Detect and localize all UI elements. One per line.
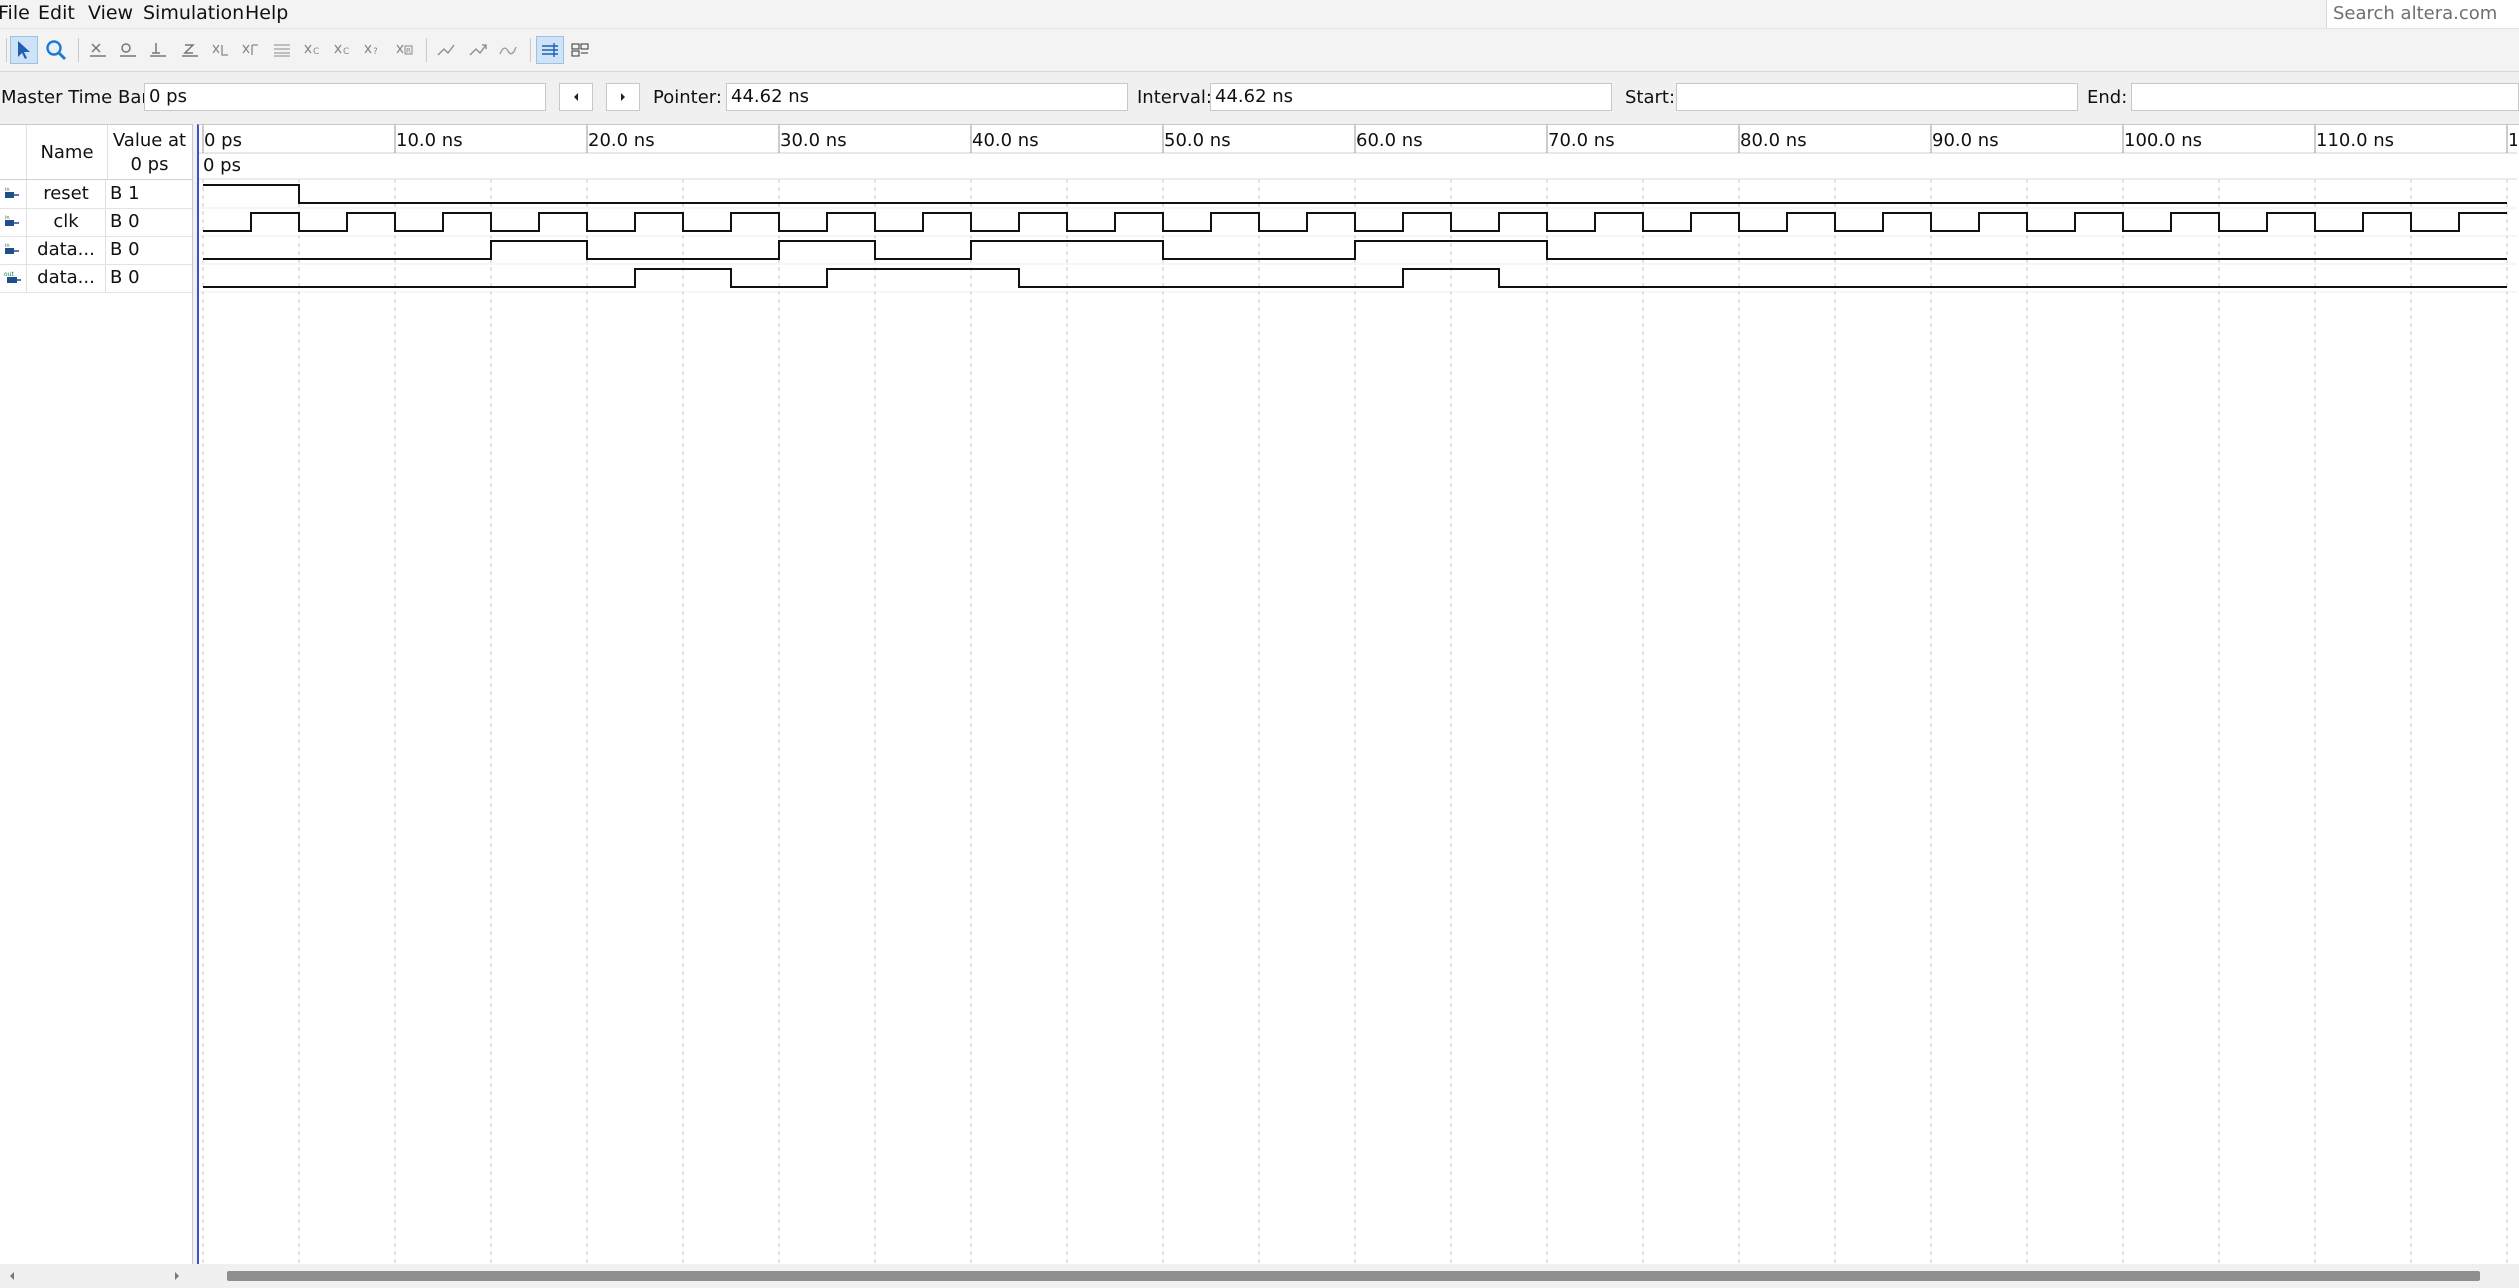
grid-settings-icon[interactable] (536, 36, 564, 64)
menu-view[interactable]: View (88, 0, 133, 26)
ruler-tick-label: 100.0 ns (2124, 130, 2202, 151)
ruler-tick-label: 50.0 ns (1164, 130, 1231, 151)
svg-text:out: out (4, 271, 14, 278)
menu-help[interactable]: Help (245, 0, 288, 26)
ruler-tick-label: 120.0 ns (2508, 130, 2517, 151)
signal-name-panel: Name Value at 0 ps in reset B 1 in clk B… (0, 124, 193, 1264)
menu-bar: File Edit View Simulation Help Search al… (0, 0, 2519, 28)
svg-text:in: in (5, 243, 10, 249)
signal-name: data... (26, 236, 106, 264)
invert-icon[interactable] (268, 36, 296, 64)
menu-simulation[interactable]: Simulation (143, 0, 244, 26)
zoom-tool-icon[interactable] (42, 36, 70, 64)
overwrite-clock-icon[interactable] (566, 36, 594, 64)
output-pin-icon: out (4, 271, 21, 283)
ruler-tick-label: 80.0 ns (1740, 130, 1807, 151)
start-field[interactable] (1676, 83, 2078, 111)
value-column-header[interactable]: Value at 0 ps (107, 129, 192, 177)
clock-icon[interactable]: C (328, 36, 356, 64)
waveform-panel[interactable]: 0 ps 10.0 ns 20.0 ns 30.0 ns 40.0 ns 50.0 ns 6… (197, 124, 2519, 1264)
signal-table-header: Name Value at 0 ps (0, 125, 192, 180)
signal-row-clk[interactable]: in clk B 0 (0, 208, 192, 237)
svg-text:C: C (343, 47, 349, 57)
force-high-icon[interactable] (144, 36, 172, 64)
master-time-bar-label: Master Time Bar: (1, 87, 155, 108)
svg-text:?: ? (373, 47, 378, 57)
ruler-tick-label: 110.0 ns (2316, 130, 2394, 151)
previous-transition-button[interactable] (559, 83, 593, 111)
time-ruler[interactable]: 0 ps 10.0 ns 20.0 ns 30.0 ns 40.0 ns 50.0 ns 6… (202, 125, 2517, 153)
pointer-label: Pointer: (653, 87, 722, 108)
signal-value: B 1 (110, 183, 140, 204)
name-panel-scrollbar[interactable] (0, 1264, 193, 1288)
scrollbar-thumb[interactable] (227, 1271, 2480, 1281)
ruler-tick-label: 30.0 ns (780, 130, 847, 151)
force-unknown-icon[interactable] (84, 36, 112, 64)
waveform-horizontal-scrollbar[interactable] (197, 1264, 2519, 1288)
interval-label: Interval: (1137, 87, 1212, 108)
menu-edit[interactable]: Edit (38, 0, 75, 26)
count-value-icon[interactable]: C (298, 36, 326, 64)
weak-high-icon[interactable] (236, 36, 264, 64)
signal-name: data... (26, 264, 106, 292)
signal-value: B 0 (110, 267, 140, 288)
menu-file[interactable]: File (0, 0, 30, 26)
input-pin-icon: in (5, 243, 19, 254)
signal-row-dividers (199, 207, 2517, 293)
signal-row-data-out[interactable]: out data... B 0 (0, 264, 192, 293)
toolbar: C C ? R (0, 28, 2519, 72)
pointer-field[interactable]: 44.62 ns (726, 83, 1128, 111)
sort-icon[interactable] (494, 36, 522, 64)
signal-name: reset (26, 180, 106, 208)
weak-low-icon[interactable] (206, 36, 234, 64)
ruler-tick-label: 90.0 ns (1932, 130, 1999, 151)
value-header-line2: 0 ps (130, 154, 169, 175)
signal-row-data-in[interactable]: in data... B 0 (0, 236, 192, 265)
time-bar: Master Time Bar: 0 ps Pointer: 44.62 ns … (0, 74, 2519, 120)
signal-name: clk (26, 208, 106, 236)
ruler-tick-label: 20.0 ns (588, 130, 655, 151)
ruler-tick-label: 60.0 ns (1356, 130, 1423, 151)
name-column-header[interactable]: Name (26, 125, 108, 179)
dont-care-icon[interactable]: ? (358, 36, 386, 64)
random-value-icon[interactable] (432, 36, 460, 64)
signal-row-reset[interactable]: in reset B 1 (0, 180, 192, 209)
search-box[interactable]: Search altera.com (2326, 0, 2519, 28)
arbitrary-value-icon[interactable]: R (390, 36, 418, 64)
time-grid (202, 179, 2508, 1264)
input-pin-icon: in (5, 215, 19, 226)
signal-value: B 0 (110, 211, 140, 232)
value-header-line1: Value at (112, 130, 187, 151)
ruler-tick-label: 0 ps (204, 130, 242, 151)
master-time-marker-label: 0 ps (203, 155, 241, 176)
selection-tool-icon[interactable] (10, 36, 38, 64)
high-impedance-icon[interactable] (176, 36, 204, 64)
ruler-tick-label: 40.0 ns (972, 130, 1039, 151)
start-label: Start: (1625, 87, 1676, 108)
snap-to-grid-icon[interactable] (464, 36, 492, 64)
ruler-tick-label: 10.0 ns (396, 130, 463, 151)
master-time-bar-field[interactable]: 0 ps (144, 83, 546, 111)
svg-text:R: R (406, 47, 411, 55)
end-field[interactable] (2131, 83, 2519, 111)
search-placeholder: Search altera.com (2333, 3, 2498, 24)
force-low-icon[interactable] (114, 36, 142, 64)
svg-text:C: C (313, 47, 319, 57)
signal-value: B 0 (110, 239, 140, 260)
scroll-left-arrow-icon[interactable] (8, 1271, 16, 1281)
next-transition-button[interactable] (606, 83, 640, 111)
interval-field[interactable]: 44.62 ns (1210, 83, 1612, 111)
waveform-canvas[interactable]: 0 ps 10.0 ns 20.0 ns 30.0 ns 40.0 ns 50.0 ns 6… (199, 125, 2517, 1264)
end-label: End: (2087, 87, 2128, 108)
scroll-right-arrow-icon[interactable] (173, 1271, 181, 1281)
svg-text:in: in (5, 215, 10, 221)
input-pin-icon: in (5, 187, 19, 198)
svg-text:in: in (5, 187, 10, 193)
ruler-tick-label: 70.0 ns (1548, 130, 1615, 151)
waveform-clk[interactable] (203, 212, 2507, 232)
waveform-data_in[interactable] (203, 240, 2507, 260)
